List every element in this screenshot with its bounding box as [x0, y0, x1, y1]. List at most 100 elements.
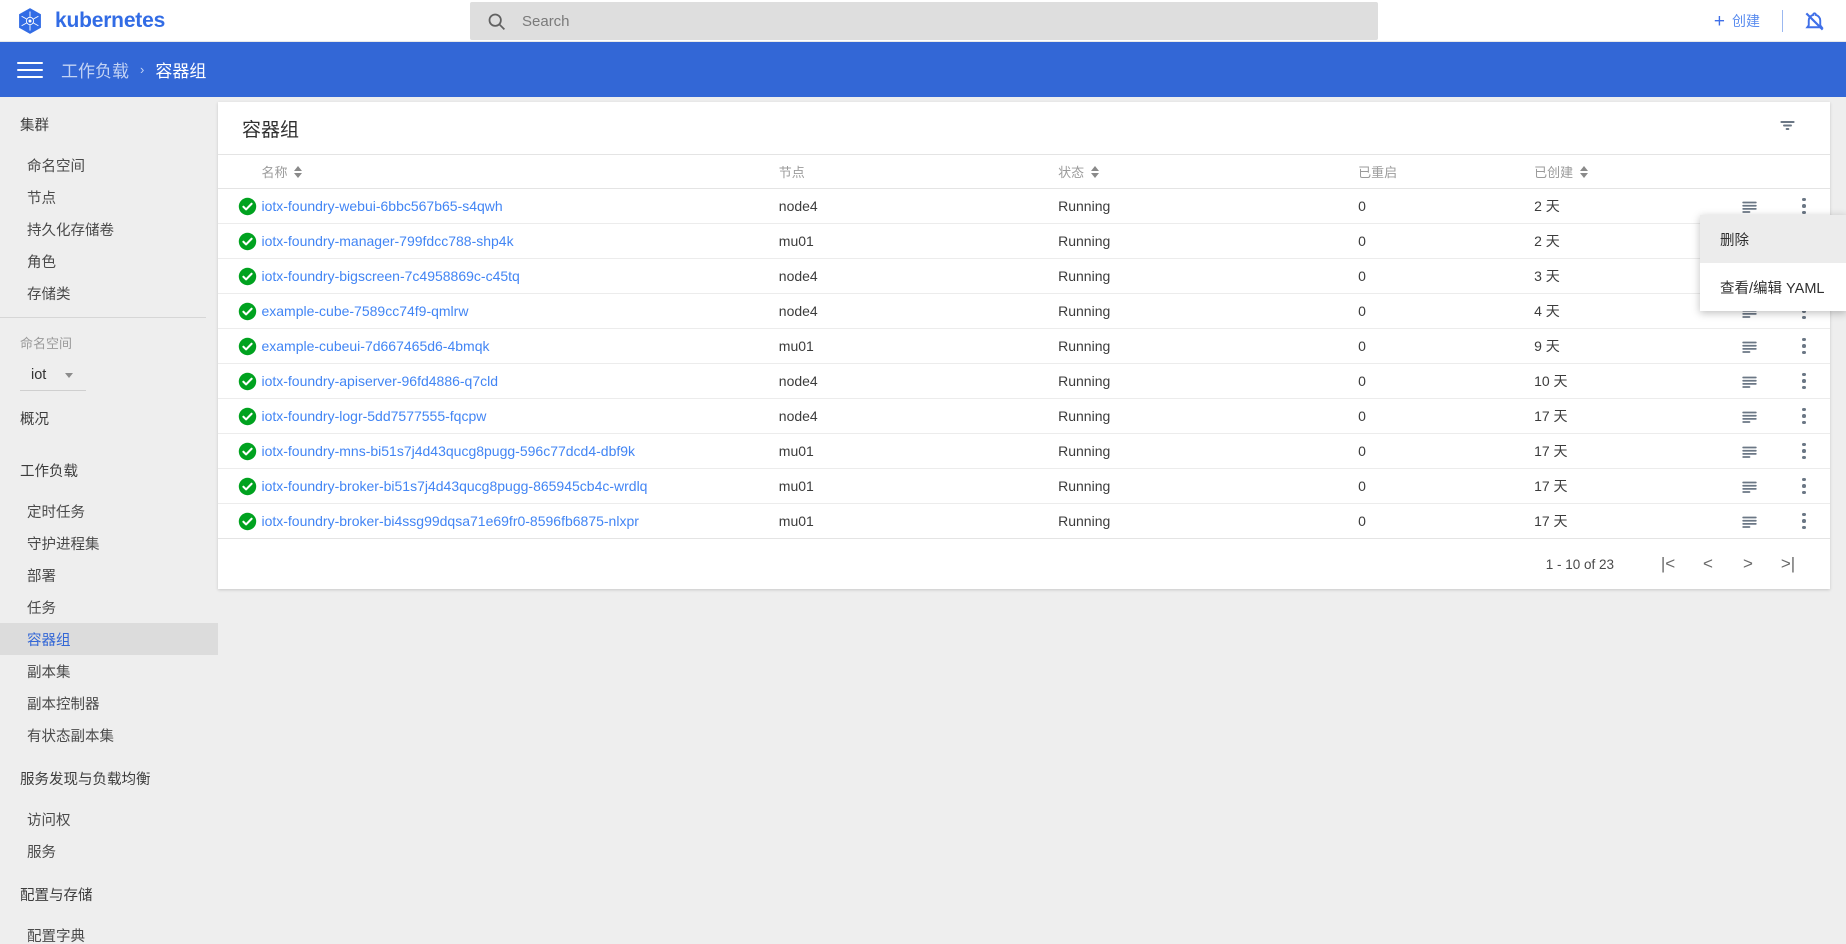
pod-name-link[interactable]: iotx-foundry-broker-bi4ssg99dqsa71e69fr0…: [261, 513, 638, 529]
table-row[interactable]: iotx-foundry-bigscreen-7c4958869c-c45tq n…: [218, 258, 1830, 294]
row-status-cell: [218, 293, 262, 329]
plus-icon: +: [1713, 10, 1725, 32]
sidebar-item-deployments[interactable]: 部署: [0, 559, 218, 591]
pod-name-link[interactable]: iotx-foundry-manager-799fdcc788-shp4k: [261, 233, 513, 249]
column-header-state[interactable]: 状态: [1058, 154, 1359, 189]
pod-name-link[interactable]: iotx-foundry-broker-bi51s7j4d43qucg8pugg…: [261, 478, 647, 494]
last-page-icon[interactable]: >|: [1768, 544, 1808, 584]
sidebar-section-discovery: 服务发现与负载均衡: [20, 772, 151, 788]
namespace-select[interactable]: iot: [20, 367, 86, 391]
column-header-created[interactable]: 已创建: [1534, 154, 1721, 189]
sidebar-item-persistent-volumes[interactable]: 持久化存储卷: [0, 213, 218, 245]
more-vertical-icon[interactable]: [1778, 477, 1830, 495]
row-logs-cell: [1720, 433, 1779, 469]
column-header-node[interactable]: 节点: [778, 154, 1059, 189]
more-vertical-icon[interactable]: [1778, 197, 1830, 215]
row-state-cell: Running: [1058, 468, 1359, 504]
context-menu-item-delete[interactable]: 删除: [1700, 215, 1846, 263]
first-page-icon[interactable]: |<: [1648, 544, 1688, 584]
row-state-cell: Running: [1058, 293, 1359, 329]
sidebar-item-pods[interactable]: 容器组: [0, 623, 218, 655]
row-restarts-cell: 0: [1358, 433, 1535, 469]
row-menu-cell: [1778, 363, 1830, 399]
sidebar-item-roles[interactable]: 角色: [0, 245, 218, 277]
pod-name-link[interactable]: iotx-foundry-logr-5dd7577555-fqcpw: [261, 408, 486, 424]
filter-icon[interactable]: [1771, 109, 1804, 147]
row-name-cell: iotx-foundry-webui-6bbc567b65-s4qwh: [261, 188, 779, 224]
table-row[interactable]: iotx-foundry-webui-6bbc567b65-s4qwh node4…: [218, 188, 1830, 224]
chevron-right-icon[interactable]: >: [1728, 544, 1768, 584]
status-healthy-icon: [238, 477, 257, 495]
pod-name-link[interactable]: iotx-foundry-mns-bi51s7j4d43qucg8pugg-59…: [261, 443, 635, 459]
column-header-menu-action: [1778, 154, 1830, 189]
breadcrumb-parent[interactable]: 工作负载: [61, 57, 129, 82]
sidebar-item-nodes[interactable]: 节点: [0, 181, 218, 213]
notifications-off-icon[interactable]: [1797, 10, 1832, 33]
sidebar-item-namespaces[interactable]: 命名空间: [0, 149, 218, 181]
logs-icon[interactable]: [1720, 407, 1778, 426]
table-row[interactable]: iotx-foundry-apiserver-96fd4886-q7cld nod…: [218, 363, 1830, 399]
search-input[interactable]: [522, 12, 1378, 30]
row-state-cell: Running: [1058, 363, 1359, 399]
chevron-left-icon[interactable]: <: [1688, 544, 1728, 584]
namespace-selector-group: 命名空间 iot: [0, 318, 218, 391]
sidebar-item-jobs[interactable]: 任务: [0, 591, 218, 623]
table-row[interactable]: iotx-foundry-mns-bi51s7j4d43qucg8pugg-59…: [218, 433, 1830, 469]
namespace-select-value: iot: [31, 367, 47, 383]
more-vertical-icon[interactable]: [1778, 372, 1830, 390]
table-row[interactable]: iotx-foundry-logr-5dd7577555-fqcpw node4 R…: [218, 398, 1830, 434]
more-vertical-icon[interactable]: [1778, 442, 1830, 460]
status-healthy-icon: [238, 407, 257, 425]
status-healthy-icon: [238, 372, 257, 390]
top-bar-actions: + 创建: [1706, 0, 1832, 42]
more-vertical-icon[interactable]: [1778, 337, 1830, 355]
row-node-cell: mu01: [778, 433, 1059, 469]
row-node-cell: node4: [778, 398, 1059, 434]
sidebar-item-ingresses[interactable]: 访问权: [0, 803, 218, 835]
logs-icon[interactable]: [1720, 512, 1778, 531]
sidebar-item-replica-sets[interactable]: 副本集: [0, 655, 218, 687]
logs-icon[interactable]: [1720, 442, 1778, 461]
pod-name-link[interactable]: example-cubeui-7d667465d6-4bmqk: [261, 338, 489, 354]
sidebar-item-daemon-sets[interactable]: 守护进程集: [0, 527, 218, 559]
table-row[interactable]: iotx-foundry-manager-799fdcc788-shp4k mu0…: [218, 223, 1830, 259]
sidebar-item-services[interactable]: 服务: [0, 835, 218, 867]
create-button[interactable]: + 创建: [1706, 11, 1768, 31]
pod-name-link[interactable]: iotx-foundry-apiserver-96fd4886-q7cld: [261, 373, 498, 389]
column-header-name[interactable]: 名称: [261, 154, 779, 189]
table-row[interactable]: example-cube-7589cc74f9-qmlrw node4 Runnin…: [218, 293, 1830, 329]
logs-icon[interactable]: [1720, 372, 1778, 391]
logs-icon[interactable]: [1720, 197, 1778, 216]
sidebar-section-config: 配置与存储: [20, 888, 93, 904]
row-node-cell: mu01: [778, 328, 1059, 364]
chevron-right-icon: ›: [140, 62, 145, 77]
column-header-status-icon: [218, 154, 262, 189]
row-menu-cell: [1778, 468, 1830, 504]
pod-name-link[interactable]: example-cube-7589cc74f9-qmlrw: [261, 303, 468, 319]
pod-name-link[interactable]: iotx-foundry-webui-6bbc567b65-s4qwh: [261, 198, 502, 214]
row-state-cell: Running: [1058, 433, 1359, 469]
sidebar-item-config-maps[interactable]: 配置字典: [0, 919, 218, 944]
pod-name-link[interactable]: iotx-foundry-bigscreen-7c4958869c-c45tq: [261, 268, 519, 284]
sidebar-item-overview[interactable]: 概况: [0, 391, 218, 443]
sidebar-item-cron-jobs[interactable]: 定时任务: [0, 495, 218, 527]
logs-icon[interactable]: [1720, 337, 1778, 356]
kubernetes-helm-logo-icon: [19, 7, 41, 34]
brand-logo-group[interactable]: kubernetes: [0, 7, 330, 35]
global-search-box[interactable]: [470, 2, 1378, 40]
column-header-created-label: 已创建: [1534, 165, 1574, 180]
more-vertical-icon[interactable]: [1778, 512, 1830, 530]
sidebar-item-stateful-sets[interactable]: 有状态副本集: [0, 719, 218, 751]
table-row[interactable]: iotx-foundry-broker-bi51s7j4d43qucg8pugg…: [218, 468, 1830, 504]
pods-card: 容器组 名称 节点 状态 已重启 已创建 iotx-foundry-webui-…: [218, 102, 1830, 589]
table-row[interactable]: iotx-foundry-broker-bi4ssg99dqsa71e69fr0…: [218, 503, 1830, 539]
more-vertical-icon[interactable]: [1778, 407, 1830, 425]
breadcrumb-current: 容器组: [155, 62, 207, 81]
table-row[interactable]: example-cubeui-7d667465d6-4bmqk mu01 Runni…: [218, 328, 1830, 364]
logs-icon[interactable]: [1720, 477, 1778, 496]
context-menu-item-view-edit-yaml[interactable]: 查看/编辑 YAML: [1700, 263, 1846, 311]
sidebar-item-storage-classes[interactable]: 存储类: [0, 277, 218, 309]
sidebar-item-replication-controllers[interactable]: 副本控制器: [0, 687, 218, 719]
hamburger-menu-icon[interactable]: [17, 57, 43, 83]
column-header-restarts[interactable]: 已重启: [1358, 154, 1535, 189]
